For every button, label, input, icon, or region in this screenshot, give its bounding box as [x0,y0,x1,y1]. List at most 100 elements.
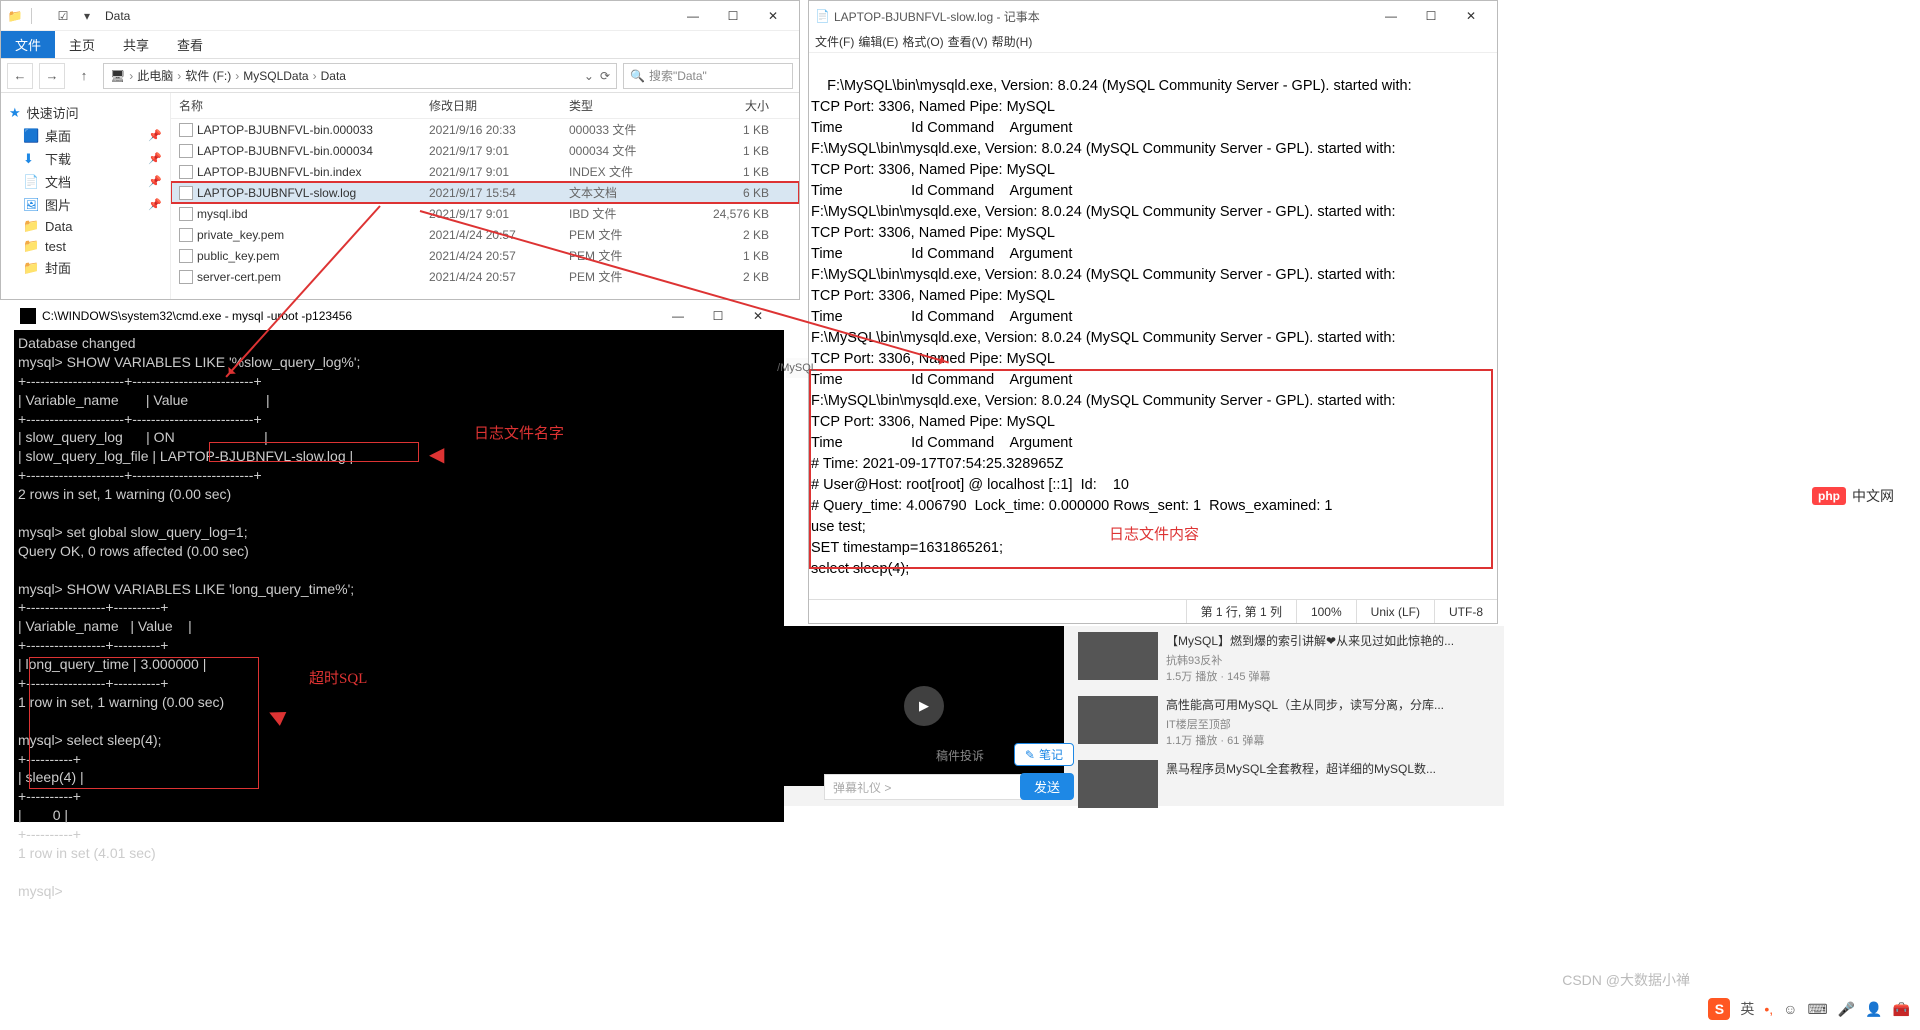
ime-toolbox-icon[interactable]: 🧰 [1893,1001,1910,1018]
complain-link[interactable]: 稿件投诉 [936,747,984,764]
folder-icon: 🟦 [23,128,39,144]
ribbon-tab-share[interactable]: 共享 [109,31,163,58]
file-row[interactable]: private_key.pem2021/4/24 20:57PEM 文件2 KB [171,224,799,245]
breadcrumb-dropdown-icon[interactable]: ⌄ [584,69,594,83]
ime-toolbar[interactable]: S 英 •, ☺ ⌨ 🎤 👤 🧰 [1708,998,1910,1020]
sidebar-quick-access[interactable]: ★ 快速访问 [5,101,166,124]
note-button[interactable]: ✎笔记 [1014,743,1074,766]
pin-icon: 📌 [148,198,162,211]
close-button[interactable]: ✕ [738,303,778,329]
sidebar-item[interactable]: 🟦桌面📌 [5,124,166,147]
notepad-content[interactable]: F:\MySQL\bin\mysqld.exe, Version: 8.0.24… [809,53,1497,599]
arrow-icon: ◀ [429,442,444,467]
sidebar-item[interactable]: 📁Data [5,216,166,236]
play-icon[interactable]: ▶ [904,686,944,726]
ime-emoji-icon[interactable]: ☺ [1783,1001,1797,1017]
browser-background: ▶ 弹幕礼仪 > 发送 ✎笔记 稿件投诉 【MySQL】燃到爆的索引讲解❤从来见… [784,626,1504,806]
file-row[interactable]: LAPTOP-BJUBNFVL-slow.log2021/9/17 15:54文… [171,182,799,203]
close-button[interactable]: ✕ [753,2,793,30]
notepad-titlebar[interactable]: 📄 LAPTOP-BJUBNFVL-slow.log - 记事本 — ☐ ✕ [809,1,1497,31]
file-row[interactable]: LAPTOP-BJUBNFVL-bin.0000332021/9/16 20:3… [171,119,799,140]
file-row[interactable]: LAPTOP-BJUBNFVL-bin.index2021/9/17 9:01I… [171,161,799,182]
minimize-button[interactable]: — [673,2,713,30]
file-list: 名称 修改日期 类型 大小 LAPTOP-BJUBNFVL-bin.000033… [171,93,799,299]
video-item[interactable]: 高性能高可用MySQL（主从同步，读写分离，分库...IT楼层至顶部1.1万 播… [1074,690,1484,754]
breadcrumb-pc-icon: 🖥 [110,69,125,83]
ime-keyboard-icon[interactable]: ⌨ [1807,1001,1827,1018]
video-thumb [1078,696,1158,744]
menu-format[interactable]: 格式(O) [902,33,943,50]
breadcrumb-seg[interactable]: 此电脑 [137,67,173,84]
anno-label-logcontent: 日志文件内容 [1109,525,1199,547]
pencil-icon: ✎ [1025,748,1035,762]
explorer-addressbar: ← → ↑ 🖥› 此电脑› 软件 (F:)› MySQLData› Data ⌄… [1,59,799,93]
refresh-icon[interactable]: ⟳ [600,69,610,83]
col-type[interactable]: 类型 [569,97,689,114]
ribbon-tab-file[interactable]: 文件 [1,31,55,58]
maximize-button[interactable]: ☐ [1411,2,1451,30]
status-eol: Unix (LF) [1356,600,1434,623]
video-thumb [1078,760,1158,808]
file-row[interactable]: mysql.ibd2021/9/17 9:01IBD 文件24,576 KB [171,203,799,224]
ime-punct-icon[interactable]: •, [1764,1001,1773,1017]
file-icon [179,186,193,200]
qat-checkbox-icon[interactable]: ☑ [55,8,71,24]
breadcrumb-seg[interactable]: 软件 (F:) [185,67,231,84]
menu-edit[interactable]: 编辑(E) [858,33,898,50]
send-button[interactable]: 发送 [1020,773,1074,800]
minimize-button[interactable]: — [658,303,698,329]
maximize-button[interactable]: ☐ [713,2,753,30]
sidebar-item[interactable]: 📁封面 [5,256,166,279]
breadcrumb[interactable]: 🖥› 此电脑› 软件 (F:)› MySQLData› Data ⌄ ⟳ [103,63,617,89]
menu-file[interactable]: 文件(F) [815,33,854,50]
sidebar-item[interactable]: 📄文档📌 [5,170,166,193]
breadcrumb-seg[interactable]: Data [321,69,346,83]
ime-mic-icon[interactable]: 🎤 [1838,1001,1855,1018]
file-row[interactable]: public_key.pem2021/4/24 20:57PEM 文件1 KB [171,245,799,266]
breadcrumb-seg[interactable]: MySQLData [243,69,308,83]
ime-lang[interactable]: 英 [1740,999,1754,1019]
notepad-title: LAPTOP-BJUBNFVL-slow.log - 记事本 [834,8,1040,25]
col-name[interactable]: 名称 [179,97,429,114]
explorer-titlebar[interactable]: 📁 ☑ ▾ Data — ☐ ✕ [1,1,799,31]
video-item[interactable]: 黑马程序员MySQL全套教程，超详细的MySQL数... [1074,754,1484,814]
sidebar-item[interactable]: 🖼图片📌 [5,193,166,216]
file-row[interactable]: LAPTOP-BJUBNFVL-bin.0000342021/9/17 9:01… [171,140,799,161]
sidebar-item[interactable]: 📁test [5,236,166,256]
minimize-button[interactable]: — [1371,2,1411,30]
explorer-sidebar: ★ 快速访问 🟦桌面📌⬇下载📌📄文档📌🖼图片📌📁Data📁test📁封面 [1,93,171,299]
video-recommend-list: 【MySQL】燃到爆的索引讲解❤从来见过如此惊艳的...抗韩93反补1.5万 播… [1074,626,1484,814]
file-icon [179,165,193,179]
close-button[interactable]: ✕ [1451,2,1491,30]
maximize-button[interactable]: ☐ [698,303,738,329]
cmd-titlebar[interactable]: C:\WINDOWS\system32\cmd.exe - mysql -uro… [14,302,784,330]
qat-dropdown-icon[interactable]: ▾ [79,8,95,24]
sidebar-item[interactable]: ⬇下载📌 [5,147,166,170]
folder-icon: 🖼 [23,197,39,213]
nav-back-button[interactable]: ← [7,63,33,89]
php-badge-icon: php [1812,487,1846,505]
file-icon [179,249,193,263]
sogou-icon[interactable]: S [1708,998,1730,1020]
php-cn-logo[interactable]: php 中文网 [1812,486,1894,506]
menu-help[interactable]: 帮助(H) [992,33,1033,50]
nav-fwd-button[interactable]: → [39,63,65,89]
menu-view[interactable]: 查看(V) [948,33,988,50]
danmaku-input[interactable]: 弹幕礼仪 > [824,774,1024,800]
folder-icon: 📁 [23,238,39,254]
video-item[interactable]: 【MySQL】燃到爆的索引讲解❤从来见过如此惊艳的...抗韩93反补1.5万 播… [1074,626,1484,690]
search-icon: 🔍 [630,69,645,83]
status-zoom: 100% [1296,600,1356,623]
explorer-search[interactable]: 🔍 搜索"Data" [623,63,793,89]
col-size[interactable]: 大小 [689,97,769,114]
file-row[interactable]: server-cert.pem2021/4/24 20:57PEM 文件2 KB [171,266,799,287]
folder-icon: 📄 [23,174,39,190]
ribbon-tab-view[interactable]: 查看 [163,31,217,58]
col-date[interactable]: 修改日期 [429,97,569,114]
ime-user-icon[interactable]: 👤 [1865,1001,1882,1018]
cmd-output[interactable]: Database changed mysql> SHOW VARIABLES L… [14,330,784,905]
status-pos: 第 1 行, 第 1 列 [1186,600,1296,623]
cmd-title: C:\WINDOWS\system32\cmd.exe - mysql -uro… [42,309,352,323]
ribbon-tab-home[interactable]: 主页 [55,31,109,58]
nav-up-button[interactable]: ↑ [71,63,97,89]
